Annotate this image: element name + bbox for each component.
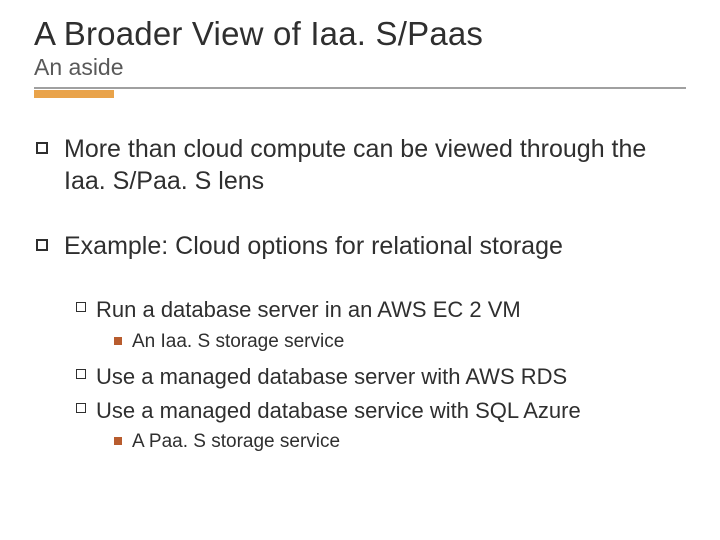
list-item: Example: Cloud options for relational st… [36, 231, 686, 262]
slide: A Broader View of Iaa. S/Paas An aside M… [0, 0, 720, 540]
bullet-text: Use a managed database server with AWS R… [96, 363, 567, 391]
slide-title: A Broader View of Iaa. S/Paas [34, 16, 686, 52]
content-area: More than cloud compute can be viewed th… [34, 134, 686, 454]
title-divider [34, 87, 686, 98]
hollow-square-bullet-icon [76, 302, 86, 312]
bullet-text: More than cloud compute can be viewed th… [64, 134, 686, 197]
bullet-text: Run a database server in an AWS EC 2 VM [96, 296, 521, 324]
list-item: More than cloud compute can be viewed th… [36, 134, 686, 197]
list-item: Use a managed database service with SQL … [76, 397, 686, 425]
divider-line [34, 87, 686, 89]
list-item: An Iaa. S storage service [114, 330, 686, 354]
list-item: Use a managed database server with AWS R… [76, 363, 686, 391]
solid-square-bullet-icon [114, 337, 122, 345]
bullet-text: Use a managed database service with SQL … [96, 397, 581, 425]
list-item: Run a database server in an AWS EC 2 VM [76, 296, 686, 324]
hollow-square-bullet-icon [76, 403, 86, 413]
divider-accent [34, 90, 114, 98]
sub-list: Run a database server in an AWS EC 2 VM … [36, 296, 686, 454]
hollow-square-bullet-icon [36, 142, 48, 154]
bullet-text: Example: Cloud options for relational st… [64, 231, 563, 262]
hollow-square-bullet-icon [36, 239, 48, 251]
bullet-text: A Paa. S storage service [132, 430, 340, 454]
bullet-text: An Iaa. S storage service [132, 330, 344, 354]
slide-subtitle: An aside [34, 54, 686, 81]
hollow-square-bullet-icon [76, 369, 86, 379]
solid-square-bullet-icon [114, 437, 122, 445]
list-item: A Paa. S storage service [114, 430, 686, 454]
